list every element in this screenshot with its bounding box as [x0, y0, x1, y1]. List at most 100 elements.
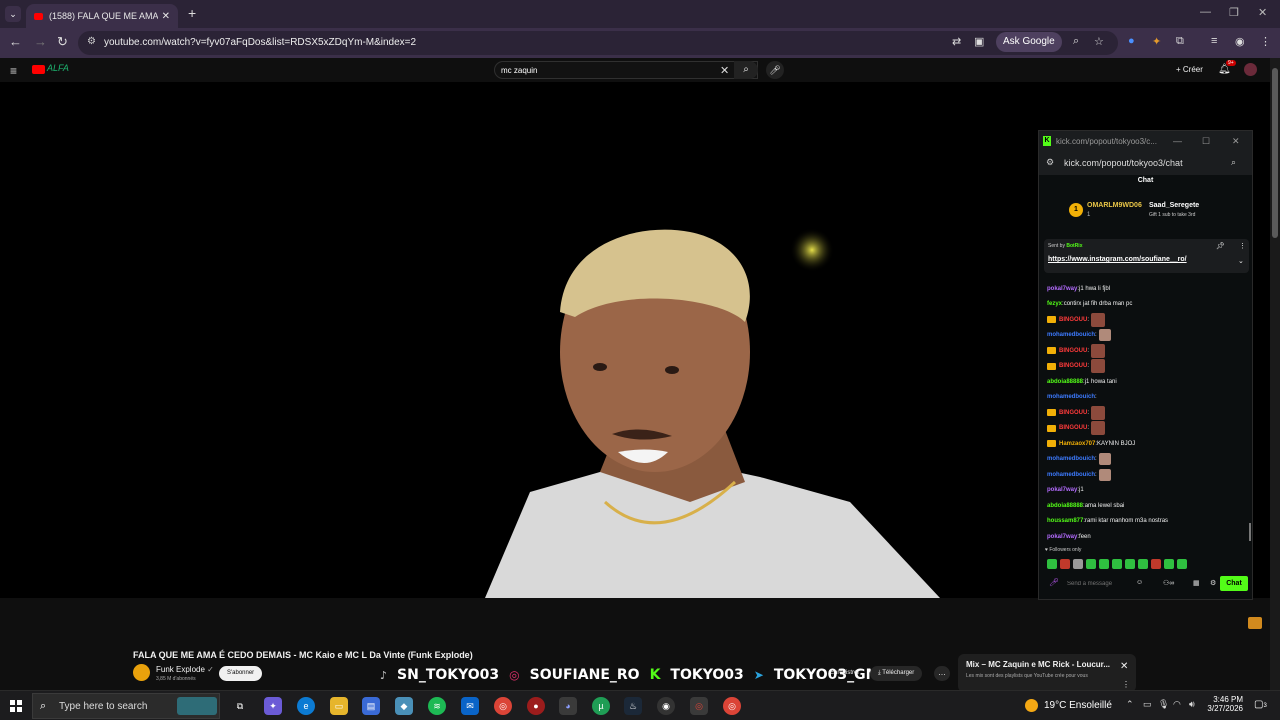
chat-username[interactable]: pokal7way [1047, 534, 1077, 540]
tray-chevron-icon[interactable]: ⌃ [1126, 699, 1134, 710]
popout-minimize-icon[interactable]: — [1173, 136, 1182, 146]
chat-username[interactable]: BINGOUU [1059, 410, 1087, 416]
chat-username[interactable]: abdoia88888 [1047, 379, 1083, 385]
quick-emote-icon[interactable] [1138, 559, 1148, 569]
pinned-expand-icon[interactable]: ⌄ [1238, 257, 1244, 265]
popout-address-bar[interactable]: ⚙ kick.com/popout/tokyoo3/chat ⌕ [1039, 153, 1252, 175]
active-tab[interactable]: (1588) FALA QUE ME AMA É CE ✕ [26, 4, 178, 28]
tray-volume-icon[interactable]: 🔊︎ [1189, 699, 1195, 710]
clear-search-icon[interactable]: ✕ [720, 64, 729, 77]
extension-orange-icon[interactable]: ✦ [1152, 35, 1161, 48]
back-icon[interactable]: ← [9, 34, 22, 49]
quick-emote-icon[interactable] [1099, 559, 1109, 569]
search-button[interactable]: ⌕ [734, 61, 758, 79]
chat-username[interactable]: pokal7way [1047, 286, 1077, 292]
mix-close-icon[interactable]: ✕ [1120, 661, 1128, 672]
notification-center-icon[interactable]: ▢3 [1254, 699, 1267, 710]
quick-emote-icon[interactable] [1086, 559, 1096, 569]
more-actions-icon[interactable]: … [934, 666, 950, 681]
popout-zoom-icon[interactable]: ⌕ [1231, 157, 1236, 168]
chat-username[interactable]: BINGOUU [1059, 425, 1087, 431]
discord-icon[interactable]: ◕ [559, 697, 577, 715]
send-message-input[interactable] [1067, 578, 1137, 590]
obs-icon[interactable]: ◉ [657, 697, 675, 715]
chat-username[interactable]: abdoia88888 [1047, 503, 1083, 509]
windows-start-icon[interactable] [10, 700, 22, 712]
quick-emote-icon[interactable] [1177, 559, 1187, 569]
quick-emote-icon[interactable] [1151, 559, 1161, 569]
restore-icon[interactable]: ❐ [1229, 6, 1239, 19]
utorrent-icon[interactable]: µ [592, 697, 610, 715]
translate-icon[interactable]: ⇄ [952, 35, 961, 48]
copilot-icon[interactable]: ✦ [264, 697, 282, 715]
chat-username[interactable]: houssam877 [1047, 518, 1083, 524]
forward-icon[interactable]: → [34, 34, 47, 49]
chrome-profile-icon[interactable]: ◎ [723, 697, 741, 715]
bookmark-star-icon[interactable]: ☆ [1094, 35, 1104, 48]
emoji-picker-icon[interactable]: ☺ [1136, 579, 1143, 586]
tray-mic-icon[interactable]: 🎙︎ [1158, 699, 1169, 710]
tray-network-icon[interactable]: ▭ [1143, 699, 1152, 710]
save-button[interactable]: Enregistrer [830, 670, 859, 676]
quick-emote-icon[interactable] [1125, 559, 1135, 569]
media-controls-icon[interactable]: ≡ [1211, 35, 1217, 47]
popout-site-info-icon[interactable]: ⚙ [1046, 157, 1054, 168]
chat-username[interactable]: BINGOUU [1059, 348, 1087, 354]
extension-blue-icon[interactable]: ● [1128, 35, 1135, 47]
leader-2-name[interactable]: Saad_Seregete [1149, 202, 1199, 209]
task-view-icon[interactable]: ⧉ [231, 697, 249, 715]
tab-search-button[interactable]: ⌄ [5, 6, 21, 22]
chrome-menu-icon[interactable]: ⋮ [1260, 35, 1271, 48]
chat-settings-icon[interactable]: ⚇∞ [1163, 579, 1174, 587]
chat-username[interactable]: BINGOUU [1059, 317, 1087, 323]
site-info-icon[interactable]: ⚙ [87, 36, 96, 47]
hamburger-menu-icon[interactable]: ≡ [10, 64, 17, 78]
channel-avatar[interactable] [133, 664, 150, 681]
chat-username[interactable]: BINGOUU [1059, 363, 1087, 369]
youtube-search-input[interactable] [501, 64, 721, 76]
tab-close-icon[interactable]: ✕ [162, 11, 170, 22]
chat-gear-icon[interactable]: ⚙ [1210, 579, 1216, 587]
store-icon[interactable]: ▤ [362, 697, 380, 715]
page-scrollbar[interactable] [1270, 58, 1280, 690]
steam-icon[interactable]: ♨ [624, 697, 642, 715]
account-avatar[interactable] [1244, 63, 1257, 76]
voice-search-icon[interactable]: 🎤︎ [766, 61, 784, 79]
chat-username[interactable]: mohamedbouich [1047, 456, 1095, 462]
quick-emote-icon[interactable] [1047, 559, 1057, 569]
chat-username[interactable]: Hamzaox707 [1059, 441, 1095, 447]
download-button[interactable]: ⤓ Télécharger [870, 666, 923, 681]
red-app-icon[interactable]: ● [527, 697, 545, 715]
weather-widget[interactable]: 19°C Ensoleillé [1025, 699, 1112, 712]
quick-emote-icon[interactable] [1060, 559, 1070, 569]
pinned-menu-icon[interactable]: ⋮ [1239, 242, 1246, 250]
quick-emote-icon[interactable] [1112, 559, 1122, 569]
outlook-icon[interactable]: ✉ [461, 697, 479, 715]
quick-emote-icon[interactable] [1073, 559, 1083, 569]
cast-icon[interactable]: ▣ [974, 35, 984, 48]
tray-wifi-icon[interactable]: ◠ [1173, 699, 1181, 710]
extensions-puzzle-icon[interactable]: ⧉ [1176, 35, 1184, 48]
address-bar[interactable]: ⚙ youtube.com/watch?v=fyv07aFqDos&list=R… [78, 31, 1118, 55]
leader-1-name[interactable]: OMARLM9WD06 [1087, 202, 1142, 209]
edge-icon[interactable]: e [297, 697, 315, 715]
ask-google-button[interactable]: Ask Google [996, 32, 1062, 52]
mix-menu-icon[interactable]: ⋮ [1122, 680, 1130, 689]
spotify-icon[interactable]: ≋ [428, 697, 446, 715]
create-button[interactable]: + Créer [1176, 65, 1203, 74]
youtube-logo-icon[interactable] [32, 65, 45, 74]
chat-scrollbar[interactable] [1249, 523, 1251, 541]
new-tab-button[interactable]: + [188, 5, 196, 21]
chat-username[interactable]: mohamedbouich [1047, 332, 1095, 338]
subscribe-button[interactable]: S'abonner [219, 666, 263, 681]
chat-send-button[interactable]: Chat [1220, 576, 1248, 591]
taskbar-search[interactable]: ⌕ Type here to search [32, 693, 220, 719]
taskbar-clock[interactable]: 3:46 PM 3/27/2026 [1203, 695, 1243, 713]
profile-avatar-icon[interactable]: ◉ [1235, 35, 1245, 48]
channel-name[interactable]: Funk Explode ✓ [156, 665, 214, 674]
chat-calendar-icon[interactable]: ▦ [1193, 579, 1200, 587]
reload-icon[interactable]: ↻ [57, 34, 68, 50]
scrollbar-thumb[interactable] [1272, 68, 1278, 238]
close-window-icon[interactable]: ✕ [1258, 6, 1267, 19]
popout-maximize-icon[interactable]: ☐ [1202, 136, 1210, 147]
